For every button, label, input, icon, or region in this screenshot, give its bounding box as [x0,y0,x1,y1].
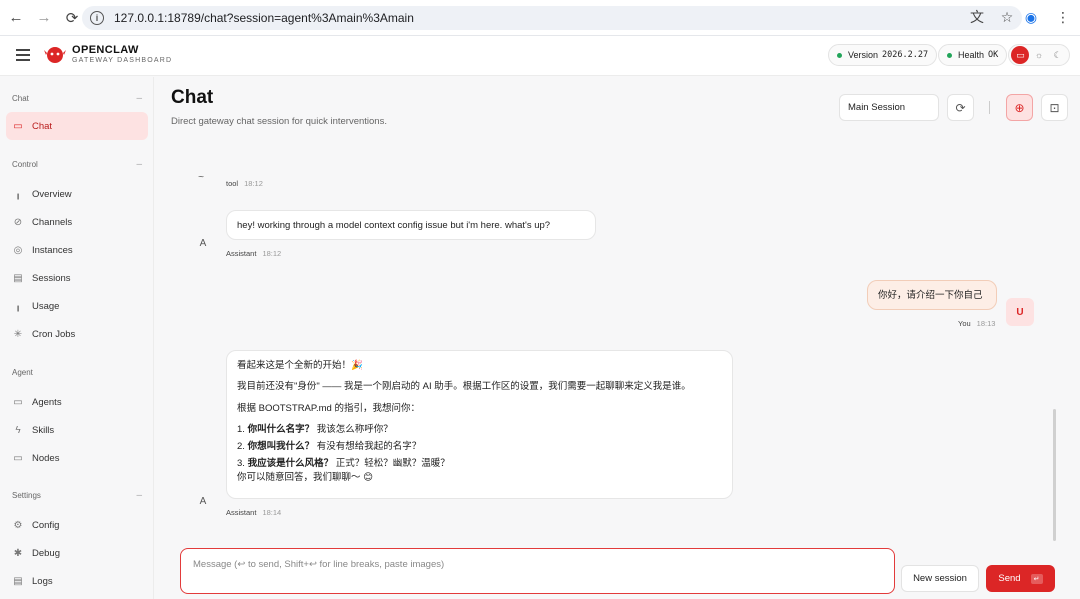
arrow-left-icon[interactable]: ← [2,4,30,32]
sidebar-item-debug[interactable]: ✱ Debug [0,539,154,567]
session-select[interactable]: Main Session [839,94,939,121]
sidebar-section-chat: Chat – ▭ Chat [0,90,154,140]
site-info-icon[interactable]: i [90,11,104,25]
page-title: Chat [171,87,214,108]
arrow-right-icon[interactable]: → [30,4,58,32]
bar-chart-icon: ╻ [14,188,22,200]
sidebar-item-agents[interactable]: ▭ Agents [0,388,154,416]
section-header-chat[interactable]: Chat – [0,90,154,106]
version-badge: Version 2026.2.27 [828,44,938,66]
system-theme-icon[interactable]: ▭ [1011,46,1030,64]
page-subtitle: Direct gateway chat session for quick in… [171,116,387,127]
status-dot [947,52,952,58]
tool-meta: tool 18:12 [226,179,263,188]
enter-key-icon: ↵ [1030,573,1043,584]
moon-icon[interactable]: ☾ [1049,46,1067,64]
monitor-icon: ▭ [13,452,23,464]
section-header-control[interactable]: Control – [0,156,154,172]
link-icon: ⊘ [13,216,23,228]
app-header: OPENCLAW GATEWAY DASHBOARD Version 2026.… [0,36,1080,76]
send-button[interactable]: Send ↵ [986,565,1055,592]
sidebar-item-cron-jobs[interactable]: ✳ Cron Jobs [0,320,154,348]
more-menu-icon[interactable]: ⋮ [1054,8,1072,26]
sidebar-item-usage[interactable]: ╻ Usage [0,292,154,320]
sun-icon[interactable]: ☼ [1030,46,1048,64]
browser-toolbar: ← → ⟳ i 127.0.0.1:18789/chat?session=age… [0,0,1080,36]
profile-icon[interactable]: ◉ [1022,8,1040,26]
tool-avatar: ~ [198,171,204,183]
sidebar-item-skills[interactable]: ϟ Skills [0,416,154,444]
translate-icon[interactable]: 文 [968,8,986,26]
brand-title: OPENCLAW [72,44,139,56]
menu-toggle-icon[interactable] [16,49,30,61]
sidebar-item-nodes[interactable]: ▭ Nodes [0,444,154,472]
sidebar-item-overview[interactable]: ╻ Overview [0,180,154,208]
settings-icon: ⚙ [13,519,23,531]
section-header-agent[interactable]: Agent [0,364,154,380]
section-header-settings[interactable]: Settings – [0,487,154,503]
sidebar: Chat – ▭ Chat Control – ╻ Overview ⊘ Chann… [0,77,154,599]
chat-icon: ▭ [13,120,23,132]
assistant-avatar: A [199,237,207,249]
sidebar-section-settings: Settings – ⚙ Config ✱ Debug ▤ Logs [0,487,154,595]
bookmark-star-icon[interactable]: ☆ [998,8,1016,26]
sidebar-item-channels[interactable]: ⊘ Channels [0,208,154,236]
new-session-button[interactable]: New session [901,565,979,592]
url-text: 127.0.0.1:18789/chat?session=agent%3Amai… [114,11,414,25]
radio-icon: ◎ [13,244,23,256]
folder-icon: ▭ [13,396,23,408]
assistant-meta: Assistant 18:14 [226,508,282,517]
assistant-message-bubble: hey! working through a model context con… [226,210,596,240]
brand-subtitle: GATEWAY DASHBOARD [72,57,173,64]
brand: OPENCLAW GATEWAY DASHBOARD [72,44,172,64]
loader-icon: ✳ [13,328,23,340]
user-avatar: U [1006,298,1034,326]
user-meta: You 18:13 [958,319,996,328]
refresh-icon[interactable]: ⟳ [947,94,974,121]
log-file-icon: ▤ [13,575,23,587]
user-message-bubble: 你好，请介绍一下你自己 [867,280,997,310]
health-badge: Health OK [938,44,1008,66]
chat-scrollbar[interactable] [1053,409,1056,541]
bar-chart-icon: ╻ [14,300,22,312]
message-composer [180,548,895,594]
openclaw-logo [44,47,66,63]
assistant-message-bubble: 看起来这是个全新的开始！🎉 我目前还没有"身份" —— 我是一个刚启动的 AI … [226,350,733,499]
sidebar-item-sessions[interactable]: ▤ Sessions [0,264,154,292]
toolbar-divider [989,101,990,114]
focus-mode-icon[interactable]: ⊡ [1041,94,1068,121]
sidebar-section-control: Control – ╻ Overview ⊘ Channels ◎ Instanc… [0,156,154,348]
sidebar-item-chat[interactable]: ▭ Chat [6,112,148,140]
main-content: Chat Direct gateway chat session for qui… [155,77,1080,599]
bug-icon: ✱ [13,547,23,559]
address-bar[interactable]: i 127.0.0.1:18789/chat?session=agent%3Am… [82,6,1022,30]
file-icon: ▤ [13,272,23,284]
theme-switcher: ▭ ☼ ☾ [1008,44,1070,66]
message-input[interactable] [193,559,882,583]
sidebar-item-config[interactable]: ⚙ Config [0,511,154,539]
sidebar-item-instances[interactable]: ◎ Instances [0,236,154,264]
zap-icon: ϟ [15,424,21,436]
brain-toggle-icon[interactable]: ⊕ [1006,94,1033,121]
assistant-meta: Assistant 18:12 [226,249,282,258]
sidebar-section-agent: Agent ▭ Agents ϟ Skills ▭ Nodes [0,364,154,472]
sidebar-item-logs[interactable]: ▤ Logs [0,567,154,595]
assistant-avatar: A [199,495,207,507]
status-dot [837,52,842,58]
